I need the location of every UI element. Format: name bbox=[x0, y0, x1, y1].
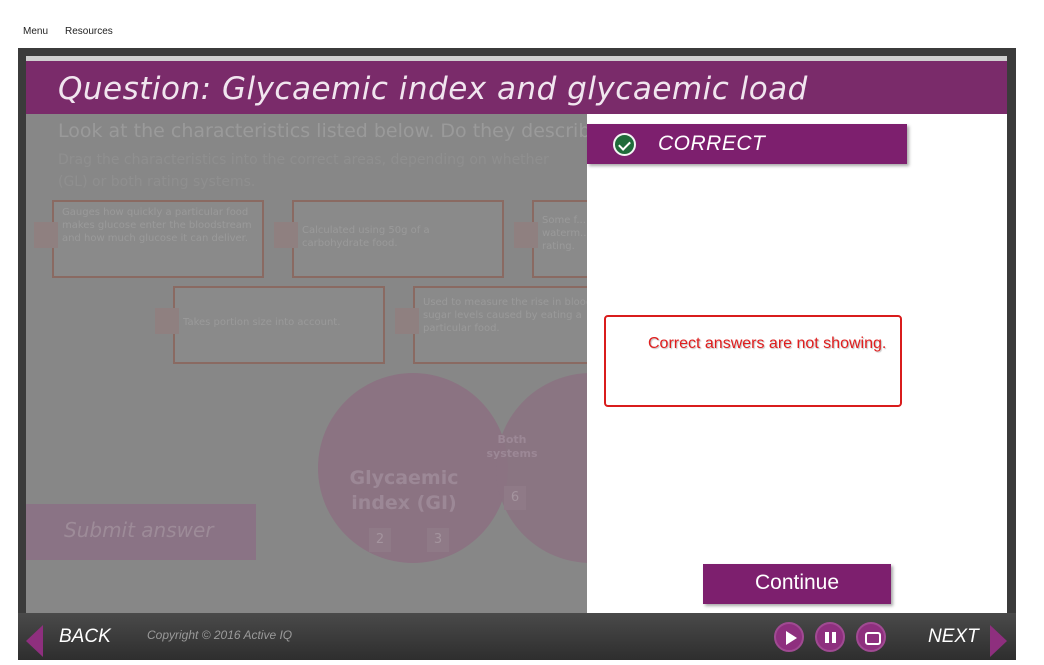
card-number-slot bbox=[155, 308, 179, 334]
back-arrow-icon[interactable] bbox=[26, 625, 43, 657]
next-button[interactable]: NEXT bbox=[928, 626, 979, 648]
slide-title-bar: Question: Glycaemic index and glycaemic … bbox=[26, 61, 1007, 114]
venn-number-slot[interactable]: 3 bbox=[427, 528, 449, 552]
card-number-slot bbox=[514, 222, 538, 248]
pause-icon[interactable] bbox=[815, 622, 845, 652]
annotation-text: Correct answers are not showing. bbox=[648, 335, 887, 352]
feedback-panel: CORRECT Correct answers are not showing.… bbox=[587, 114, 1007, 613]
card-number-slot bbox=[274, 222, 298, 248]
feedback-status: CORRECT bbox=[658, 132, 766, 155]
card-text: Takes portion size into account. bbox=[183, 317, 341, 328]
correct-banner: CORRECT bbox=[587, 124, 907, 164]
continue-button[interactable]: Continue bbox=[703, 564, 891, 604]
copyright-text: Copyright © 2016 Active IQ bbox=[147, 628, 293, 642]
card-text: Calculated using 50g of a carbohydrate f… bbox=[302, 225, 430, 249]
resources-link[interactable]: Resources bbox=[65, 26, 113, 37]
drag-card[interactable]: Gauges how quickly a particular food mak… bbox=[34, 200, 264, 278]
bottom-nav-bar: BACK Copyright © 2016 Active IQ NEXT bbox=[18, 613, 1016, 660]
instruction-text: Look at the characteristics listed below… bbox=[58, 120, 603, 142]
top-menu-bar: Menu Resources bbox=[0, 0, 1044, 48]
instruction-subtext: Drag the characteristics into the correc… bbox=[58, 152, 549, 168]
venn-number-slot[interactable]: 6 bbox=[504, 486, 526, 510]
drag-card[interactable]: Takes portion size into account. bbox=[155, 286, 385, 364]
venn-number-slot[interactable]: 2 bbox=[369, 528, 391, 552]
venn-label-both: Both systems bbox=[486, 433, 538, 460]
drag-card[interactable]: Calculated using 50g of a carbohydrate f… bbox=[274, 200, 504, 278]
next-arrow-icon[interactable] bbox=[990, 625, 1007, 657]
captions-icon[interactable] bbox=[856, 622, 886, 652]
card-number-slot bbox=[34, 222, 58, 248]
annotation-box: Correct answers are not showing. bbox=[604, 315, 902, 407]
menu-link[interactable]: Menu bbox=[23, 26, 48, 37]
submit-answer-button[interactable]: Submit answer bbox=[26, 504, 256, 560]
play-icon[interactable] bbox=[774, 622, 804, 652]
card-number-slot bbox=[395, 308, 419, 334]
slide-title: Question: Glycaemic index and glycaemic … bbox=[58, 71, 808, 107]
check-circle-icon bbox=[613, 133, 636, 156]
submit-answer-label: Submit answer bbox=[64, 518, 214, 542]
venn-label-gi: Glycaemic index (GI) bbox=[349, 467, 459, 514]
card-text: Gauges how quickly a particular food mak… bbox=[62, 207, 252, 244]
back-button[interactable]: BACK bbox=[59, 626, 111, 648]
continue-label: Continue bbox=[754, 571, 840, 594]
instruction-subtext-2: (GL) or both rating systems. bbox=[58, 174, 256, 190]
